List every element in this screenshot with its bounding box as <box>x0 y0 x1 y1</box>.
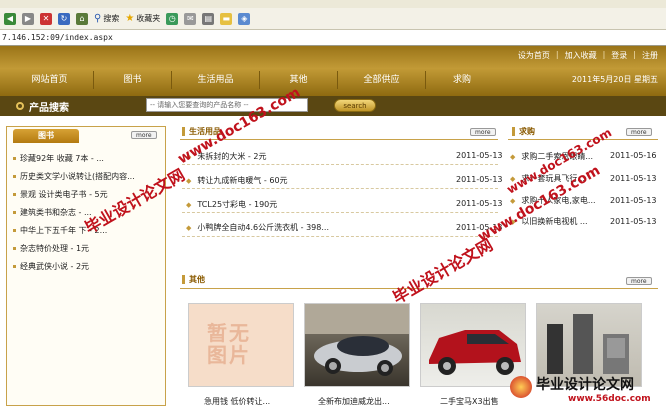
logo-swirl-icon <box>510 376 532 398</box>
address-bar[interactable]: 7.146.152:09/index.aspx <box>0 30 666 46</box>
product-caption[interactable]: 二手宝马X3出售 <box>440 396 499 406</box>
row-date: 2011-05-13 <box>456 223 503 232</box>
set-homepage-link[interactable]: 设为首页 <box>518 50 550 61</box>
search-title: 产品搜索 <box>16 99 69 114</box>
wanted-section-title: 求购 <box>512 126 535 137</box>
list-item[interactable]: 经典武侠小说 - 2元 <box>13 261 89 272</box>
table-row[interactable]: ◆ 求购十人家电,家电... <box>510 195 596 206</box>
search-button[interactable]: search <box>334 99 376 112</box>
table-row[interactable]: ◆ 求购二手索恩眼睛... <box>510 151 593 162</box>
list-item[interactable]: 杂志特价处理 - 1元 <box>13 243 89 254</box>
search-input[interactable]: -- 请输入您要查询的产品名称 -- <box>146 98 308 112</box>
search-button-browser[interactable]: ⚲ 搜索 <box>94 13 119 24</box>
back-icon[interactable]: ◀ <box>4 12 16 25</box>
books-panel: 图书 more 珍藏92年 收藏 7本 - ... 历史类文学小说转让(搭配内容… <box>6 126 166 406</box>
books-tab[interactable]: 图书 <box>13 129 79 143</box>
login-link[interactable]: 登录 <box>611 50 627 61</box>
mail-icon[interactable]: ✉ <box>184 12 197 25</box>
table-row[interactable]: ◆ 小鸭牌全自动4.6公斤洗衣机 - 398... <box>186 222 329 233</box>
top-links: 设为首页 | 加入收藏 | 登录 | 注册 <box>517 50 658 61</box>
list-item[interactable]: 中华上下五千年 下 - 2... <box>13 225 107 236</box>
row-date: 2011-05-13 <box>610 217 657 226</box>
table-row[interactable]: ◆ TCL25寸彩电 - 190元 <box>186 199 277 210</box>
row-date: 2011-05-16 <box>610 151 657 160</box>
nav-other[interactable]: 其他 <box>260 71 338 89</box>
browser-toolbar: ◀ ▶ ✕ ↻ ⌂ ⚲ 搜索 ★ 收藏夹 ◷ ✉ ▤ ▬ ◈ <box>0 8 666 30</box>
table-row[interactable]: ◆ 以旧换新电视机 ... <box>510 216 588 227</box>
stop-icon[interactable]: ✕ <box>40 12 52 25</box>
register-link[interactable]: 注册 <box>642 50 658 61</box>
nav-wanted[interactable]: 求购 <box>426 71 498 89</box>
daily-more-button[interactable]: more <box>470 128 496 136</box>
others-section-title: 其他 <box>182 274 205 285</box>
list-item[interactable]: 景观 设计类电子书 - 5元 <box>13 189 108 200</box>
list-item[interactable]: 历史类文学小说转让(搭配内容... <box>13 171 135 182</box>
row-date: 2011-05-13 <box>456 151 503 160</box>
others-more-button[interactable]: more <box>626 277 652 285</box>
messenger-icon[interactable]: ◈ <box>238 12 251 25</box>
product-image-placeholder[interactable]: 暂无 图片 <box>188 303 294 387</box>
circle-bullet-icon <box>16 102 24 110</box>
row-date: 2011-05-13 <box>610 174 657 183</box>
history-icon[interactable]: ◷ <box>166 12 179 25</box>
current-date: 2011年5月20日 星期五 <box>571 75 658 84</box>
search-bar: 产品搜索 <box>0 96 666 116</box>
row-date: 2011-05-13 <box>456 175 503 184</box>
product-image-silver-car[interactable] <box>304 303 410 387</box>
folder-icon[interactable]: ▬ <box>220 12 233 25</box>
star-icon: ★ <box>125 13 135 24</box>
row-date: 2011-05-13 <box>610 196 657 205</box>
nav-home[interactable]: 网站首页 <box>6 71 94 89</box>
product-caption[interactable]: 急用钱 低价转让... <box>204 396 270 406</box>
books-more-button[interactable]: more <box>131 131 157 139</box>
table-row[interactable]: ◆ 求一套玩具飞行... <box>510 173 585 184</box>
daily-section-title: 生活用品 <box>182 126 221 137</box>
list-item[interactable]: 珍藏92年 收藏 7本 - ... <box>13 153 104 164</box>
row-date: 2011-05-13 <box>456 199 503 208</box>
silver-car-icon <box>305 304 409 376</box>
main-nav: 网站首页 图书 生活用品 其他 全部供应 求购 <box>6 68 660 92</box>
print-icon[interactable]: ▤ <box>202 12 215 25</box>
refresh-icon[interactable]: ↻ <box>58 12 70 25</box>
product-caption[interactable]: 全新布加迪威龙出... <box>318 396 390 406</box>
magnifier-icon: ⚲ <box>94 13 102 24</box>
brand-logo: 毕业设计论文网 www.56doc.com <box>510 374 666 406</box>
nav-books[interactable]: 图书 <box>94 71 172 89</box>
nav-daily-goods[interactable]: 生活用品 <box>172 71 260 89</box>
watermark-text: 毕业设计论文网 <box>389 235 497 308</box>
table-row[interactable]: ◆ 未拆封的大米 - 2元 <box>186 151 266 162</box>
browser-menubar <box>0 0 666 8</box>
forward-icon[interactable]: ▶ <box>22 12 34 25</box>
home-icon[interactable]: ⌂ <box>76 12 88 25</box>
table-row[interactable]: ◆ 转让九成新电暖气 - 60元 <box>186 175 288 186</box>
favorites-button[interactable]: ★ 收藏夹 <box>125 13 160 24</box>
nav-all-supply[interactable]: 全部供应 <box>338 71 426 89</box>
list-item[interactable]: 建筑类书和杂志 - ... <box>13 207 92 218</box>
wanted-more-button[interactable]: more <box>626 128 652 136</box>
site-header: 设为首页 | 加入收藏 | 登录 | 注册 网站首页 图书 生活用品 其他 全部… <box>0 46 666 96</box>
add-favorite-link[interactable]: 加入收藏 <box>565 50 597 61</box>
